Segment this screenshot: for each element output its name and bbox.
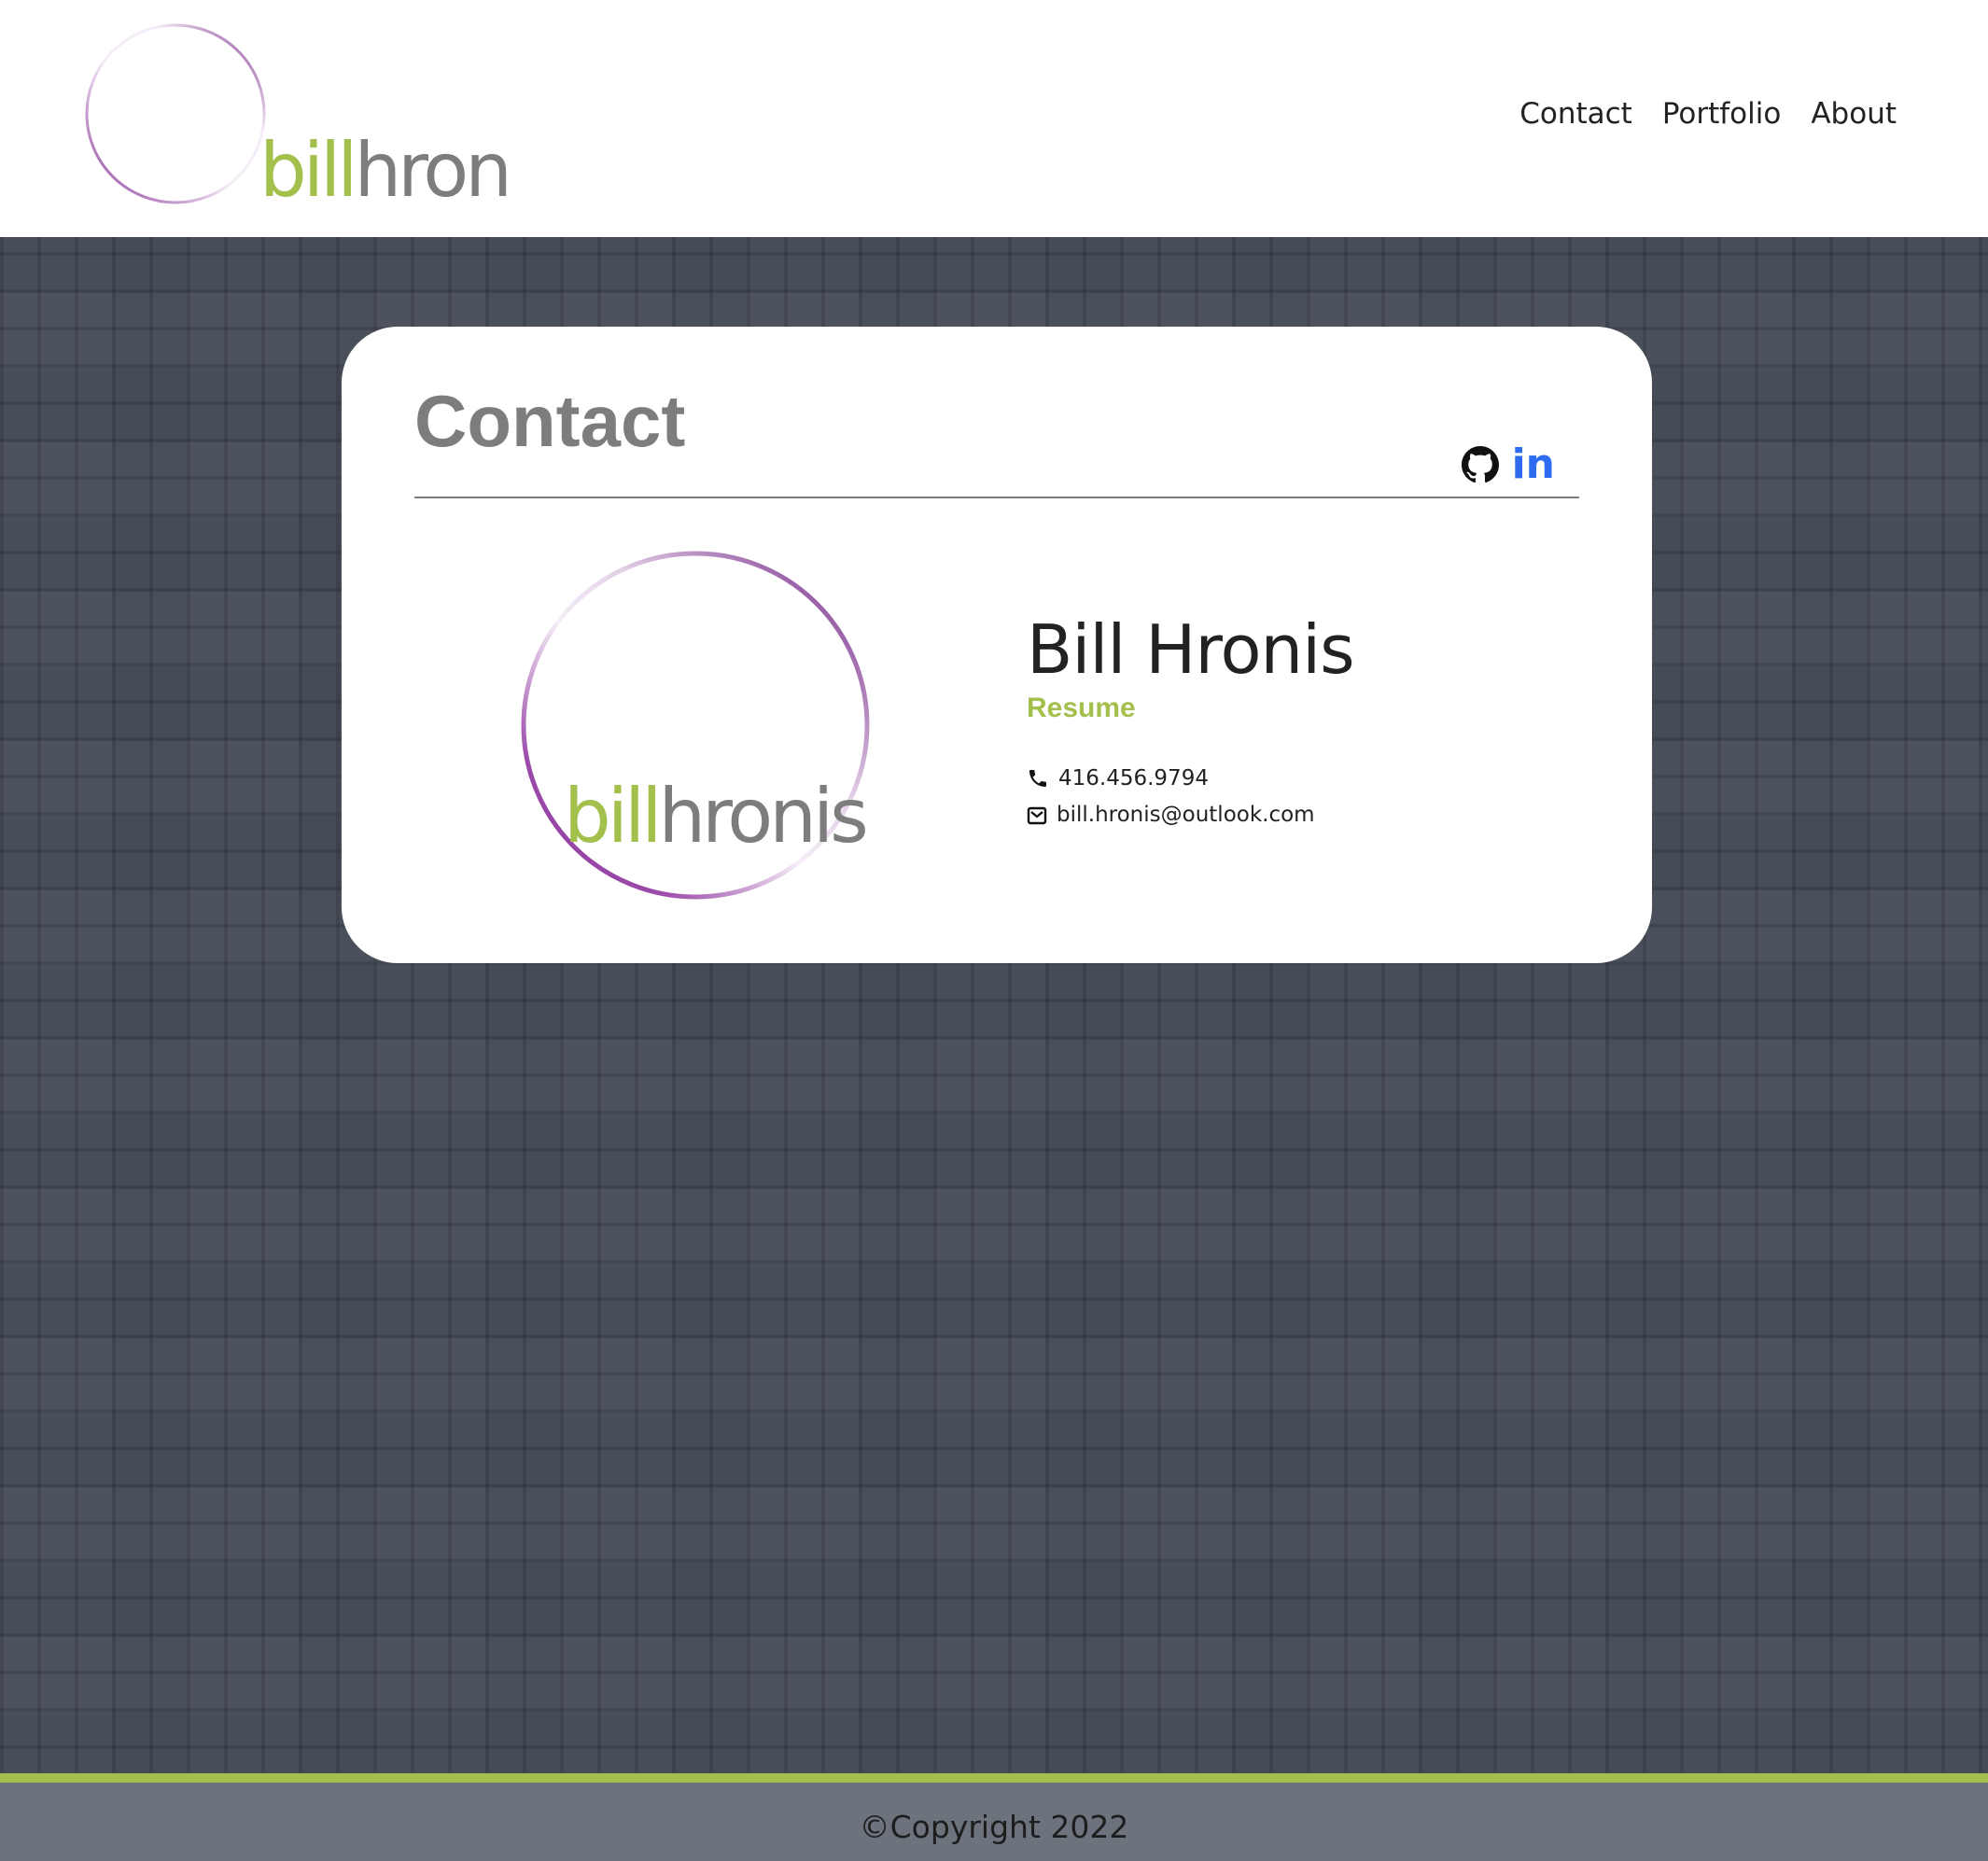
profile-logo-image: billhronis (517, 547, 874, 903)
nav-about[interactable]: About (1811, 97, 1897, 131)
phone-number[interactable]: 416.456.9794 (1058, 767, 1209, 790)
logo-graphic: billhronis (85, 23, 511, 207)
resume-link[interactable]: Resume (1027, 693, 1354, 724)
contact-card: Contact in billhronis Bill Hronis Resume… (342, 327, 1652, 963)
page: billhronis Contact Portfolio About Conta… (0, 0, 1988, 1861)
page-title: Contact (414, 380, 686, 462)
title-divider (414, 497, 1579, 498)
main-nav: Contact Portfolio About (1519, 97, 1897, 131)
social-links: in (1461, 444, 1555, 485)
copyright-text: ©Copyright 2022 (859, 1809, 1129, 1845)
avatar-graphic: billhronis (521, 551, 870, 900)
contact-info: Bill Hronis Resume 416.456.9794 bill.hro… (1027, 610, 1355, 826)
site-footer: ©Copyright 2022 (0, 1773, 1988, 1861)
person-name: Bill Hronis (1027, 610, 1355, 689)
phone-row: 416.456.9794 (1027, 767, 1354, 790)
nav-contact[interactable]: Contact (1519, 97, 1632, 131)
email-row: bill.hronis@outlook.com (1027, 805, 1354, 826)
linkedin-icon[interactable]: in (1512, 444, 1555, 485)
nav-portfolio[interactable]: Portfolio (1662, 97, 1782, 131)
svg-text:billhronis: billhronis (259, 127, 511, 207)
github-icon[interactable] (1461, 446, 1499, 483)
phone-icon (1029, 770, 1046, 787)
site-header: billhronis Contact Portfolio About (0, 0, 1988, 237)
envelope-icon (1027, 806, 1047, 824)
email-address[interactable]: bill.hronis@outlook.com (1057, 805, 1315, 826)
svg-text:billhronis: billhronis (564, 773, 865, 860)
site-logo[interactable]: billhronis (82, 21, 511, 207)
